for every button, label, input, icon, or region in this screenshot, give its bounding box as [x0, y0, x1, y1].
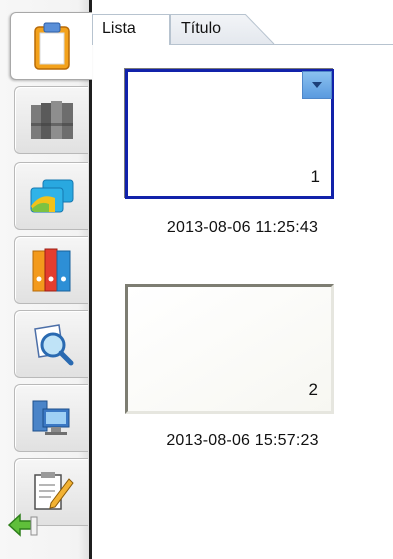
tab-titulo-label: Título — [181, 20, 222, 37]
sidebar — [0, 0, 92, 559]
computer-documents-icon — [29, 395, 75, 441]
cards-icon — [29, 176, 75, 216]
tab-bar: Lista Título — [92, 0, 393, 45]
folders-icon — [29, 245, 75, 295]
sidebar-item-cards[interactable] — [14, 162, 88, 230]
tab-lista[interactable]: Lista — [92, 14, 170, 45]
thumbnail-1[interactable]: 1 — [125, 69, 334, 199]
sidebar-item-computer[interactable] — [14, 384, 88, 452]
clipboard-icon — [32, 21, 72, 71]
thumbnail-number: 1 — [310, 167, 320, 186]
sidebar-item-search[interactable] — [14, 310, 88, 378]
thumbnail-list: 1 2013-08-06 11:25:43 2 2013-08-06 15:57… — [92, 45, 393, 559]
search-document-icon — [29, 321, 75, 367]
green-back-arrow-icon — [7, 512, 39, 543]
sidebar-item-binders[interactable] — [14, 86, 88, 154]
tab-titulo[interactable]: Título — [170, 14, 274, 44]
thumbnail-2[interactable]: 2 — [125, 284, 334, 414]
thumbnail-timestamp: 2013-08-06 15:57:23 — [166, 432, 319, 449]
tab-lista-label: Lista — [102, 20, 136, 37]
thumbnail-number: 2 — [308, 380, 318, 399]
thumbnail-menu-button[interactable] — [302, 71, 332, 99]
notepad-pencil-icon — [29, 469, 75, 515]
chevron-down-icon — [311, 76, 323, 94]
sidebar-item-folders[interactable] — [14, 236, 88, 304]
sidebar-item-clipboard[interactable] — [10, 12, 92, 80]
thumbnail-timestamp: 2013-08-06 11:25:43 — [166, 219, 319, 236]
back-arrow-button[interactable] — [6, 512, 40, 542]
binders-icon — [29, 97, 75, 143]
